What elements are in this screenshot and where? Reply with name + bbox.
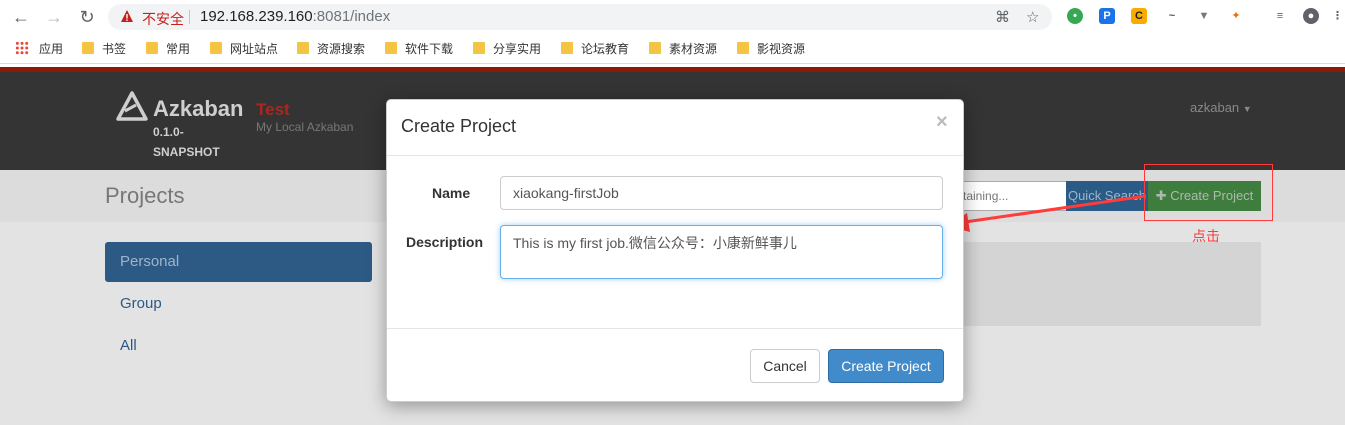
- folder-icon: [82, 42, 94, 54]
- extension-en-icon[interactable]: ~: [1164, 8, 1180, 24]
- bookmark-item[interactable]: 资源搜索: [297, 41, 365, 57]
- star-icon[interactable]: ☆: [1026, 8, 1039, 26]
- folder-icon: [297, 42, 309, 54]
- separator: [189, 10, 190, 24]
- menu-icon[interactable]: ⋮: [1332, 8, 1343, 24]
- back-icon[interactable]: ←: [10, 6, 32, 28]
- highlight-box: [1144, 164, 1273, 221]
- brand-name[interactable]: Azkaban: [153, 96, 243, 122]
- extension-p-icon[interactable]: P: [1099, 8, 1115, 24]
- description-label: Description: [406, 234, 484, 250]
- url-text[interactable]: 192.168.239.160:8081/index: [200, 8, 390, 25]
- environment-description: My Local Azkaban: [256, 120, 354, 134]
- extension-v-icon[interactable]: ▼: [1196, 8, 1212, 24]
- bookmark-item[interactable]: 书签: [82, 41, 126, 57]
- folder-icon: [649, 42, 661, 54]
- profile-icon[interactable]: ●: [1303, 8, 1319, 24]
- cancel-button[interactable]: Cancel: [750, 349, 820, 383]
- modal-footer: Cancel Create Project: [387, 328, 963, 402]
- bookmark-item[interactable]: 分享实用: [473, 41, 541, 57]
- folder-icon: [561, 42, 573, 54]
- folder-icon: [473, 42, 485, 54]
- warning-icon: [121, 10, 133, 22]
- azkaban-logo-icon[interactable]: [116, 91, 148, 123]
- bookmark-item[interactable]: 影视资源: [737, 41, 805, 57]
- folder-icon: [210, 42, 222, 54]
- create-project-modal: Create Project × Name Description This i…: [386, 99, 964, 402]
- bookmark-item[interactable]: 常用: [146, 41, 190, 57]
- folder-icon: [385, 42, 397, 54]
- project-name-input[interactable]: [500, 176, 943, 210]
- click-annotation-label: 点击: [1192, 228, 1220, 244]
- modal-header: Create Project ×: [387, 100, 963, 156]
- apps-icon: [15, 41, 29, 55]
- project-description-input[interactable]: This is my first job.微信公众号：小康新鲜事儿: [500, 225, 943, 279]
- caret-down-icon: ▼: [1242, 104, 1252, 114]
- name-label: Name: [432, 185, 471, 201]
- modal-title: Create Project: [401, 116, 517, 136]
- folder-icon: [737, 42, 749, 54]
- extension-c-icon[interactable]: C: [1131, 8, 1147, 24]
- reading-list-icon[interactable]: ≡: [1272, 8, 1288, 24]
- address-bar[interactable]: 不安全 192.168.239.160:8081/index ⌘ ☆: [108, 4, 1052, 30]
- url-path: :8081/index: [312, 8, 391, 25]
- sidebar-item-personal[interactable]: Personal: [105, 242, 372, 282]
- user-menu[interactable]: azkaban ▼: [1190, 100, 1252, 115]
- quick-search-button[interactable]: Quick Search: [1066, 181, 1148, 211]
- extension-orange-icon[interactable]: ✦: [1228, 8, 1244, 24]
- security-label[interactable]: 不安全: [142, 9, 184, 29]
- projects-panel: [955, 242, 1261, 326]
- sidebar-item-group[interactable]: Group: [105, 284, 372, 324]
- browser-toolbar: ← → ↻ 不安全 192.168.239.160:8081/index ⌘ ☆…: [0, 0, 1345, 34]
- forward-icon[interactable]: →: [43, 6, 65, 28]
- bookmark-item[interactable]: 论坛教育: [561, 41, 629, 57]
- sidebar-item-all[interactable]: All: [105, 326, 372, 366]
- environment-name: Test: [256, 100, 290, 119]
- create-project-submit-button[interactable]: Create Project: [828, 349, 944, 383]
- bookmark-item[interactable]: 素材资源: [649, 41, 717, 57]
- close-icon[interactable]: ×: [936, 112, 948, 132]
- bookmark-item[interactable]: 网址站点: [210, 41, 278, 57]
- bookmark-item[interactable]: 软件下载: [385, 41, 453, 57]
- url-host: 192.168.239.160: [200, 8, 313, 25]
- version-label: 0.1.0- SNAPSHOT: [153, 125, 220, 159]
- bookmarks-bar: 应用 书签 常用 网址站点 资源搜索 软件下载 分享实用 论坛教育 素材资源 影…: [0, 34, 1345, 64]
- bookmark-apps[interactable]: 应用: [15, 41, 63, 57]
- translate-icon[interactable]: ⌘: [995, 8, 1010, 26]
- folder-icon: [146, 42, 158, 54]
- page-title: Projects: [105, 183, 185, 208]
- extension-green-icon[interactable]: •: [1067, 8, 1083, 24]
- reload-icon[interactable]: ↻: [76, 6, 98, 28]
